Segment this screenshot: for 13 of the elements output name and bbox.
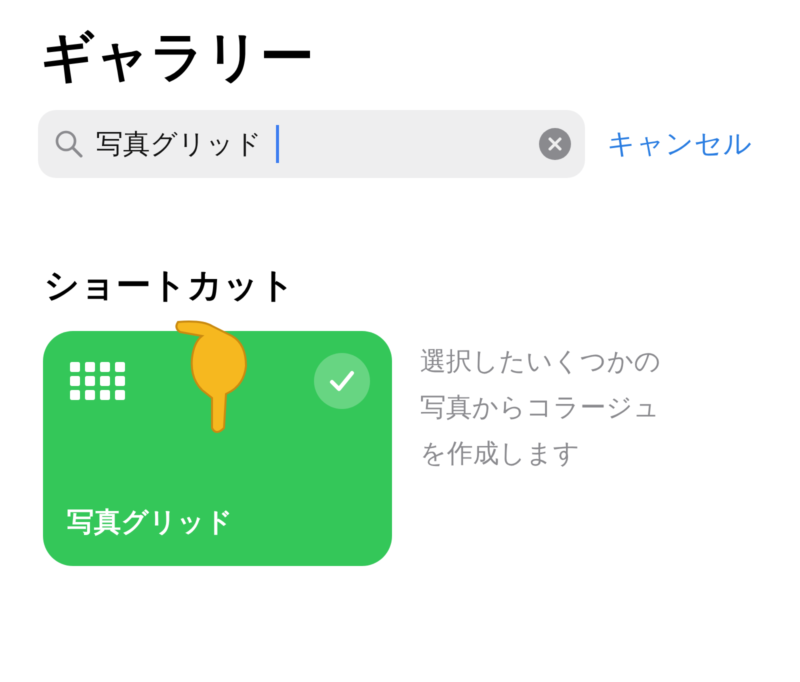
page-title: ギャラリー <box>40 24 315 90</box>
search-field[interactable]: 写真グリッド <box>38 110 585 178</box>
shortcut-description: 選択したいくつかの写真からコラージュを作成します <box>420 346 662 472</box>
checkmark-icon[interactable] <box>314 353 370 410</box>
cancel-button[interactable]: キャンセル <box>607 125 752 164</box>
shortcut-card[interactable]: 写真グリッド <box>43 331 392 566</box>
search-text: 写真グリッド <box>96 128 262 162</box>
grid-icon <box>70 362 126 402</box>
clear-icon[interactable] <box>539 128 571 160</box>
search-icon <box>54 129 84 160</box>
shortcut-name: 写真グリッド <box>67 506 233 540</box>
section-heading: ショートカット <box>44 265 296 308</box>
text-caret <box>276 125 279 164</box>
